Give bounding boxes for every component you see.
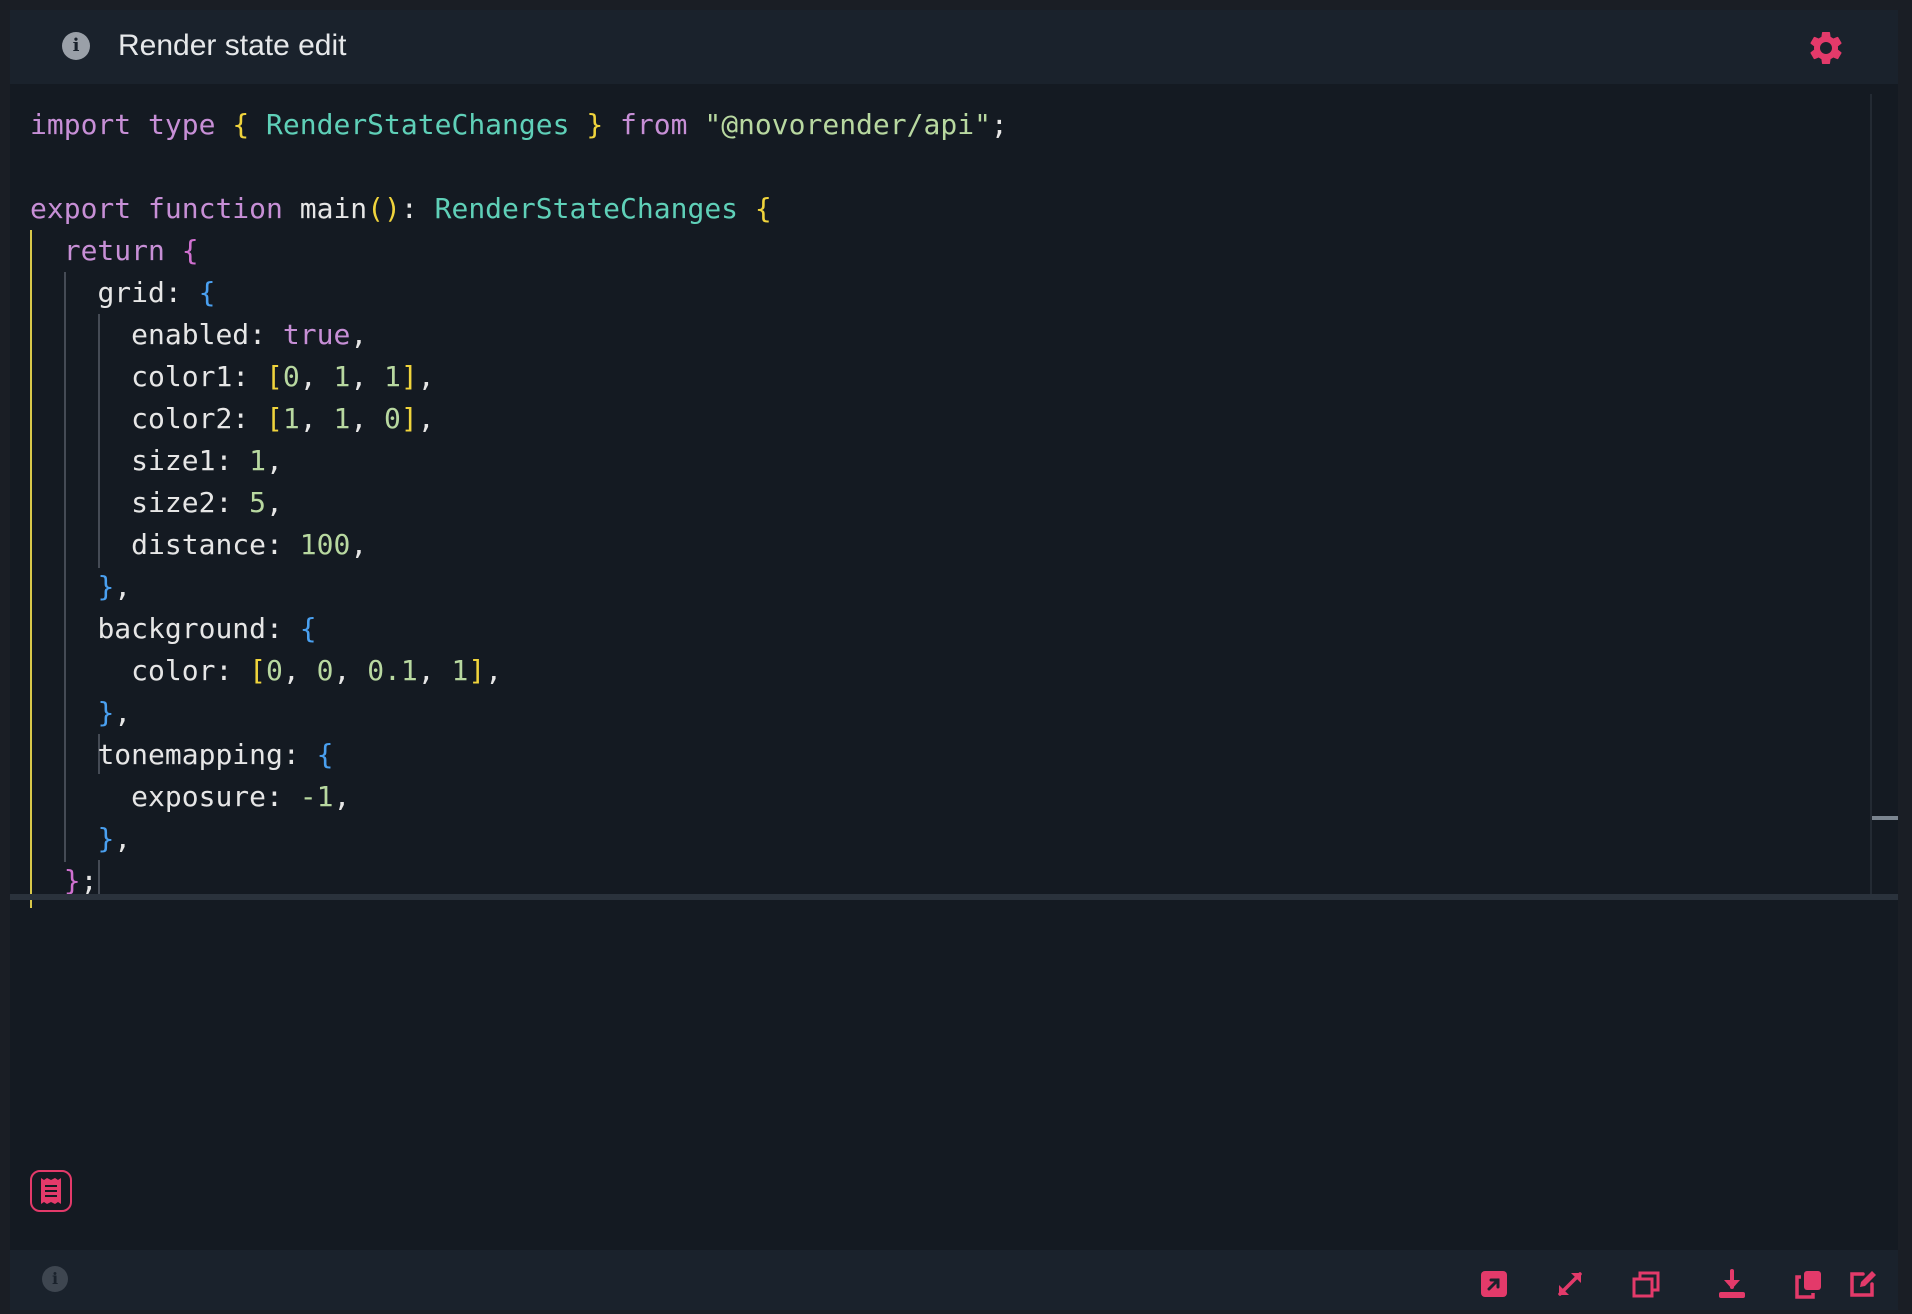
footer-bar: i [10,1250,1898,1310]
code-line-18: }, [97,822,132,855]
code-line-11: distance: 100, [131,528,368,561]
code-line-8: color2: [1, 1, 0], [131,402,435,435]
code-line-1: import type { RenderStateChanges } from … [30,108,1008,141]
download-icon[interactable] [1716,1268,1748,1300]
info-icon[interactable]: i [42,1266,68,1292]
code-line-16: tonemapping: { [97,738,334,771]
vertical-scrollbar[interactable] [1870,94,1872,894]
code-line-3: export function main(): RenderStateChang… [30,192,772,225]
code-editor[interactable]: import type { RenderStateChanges } from … [10,94,1870,908]
code-line-4: return { [63,234,199,267]
render-state-edit-panel: i Render state edit import type { Render… [10,10,1898,1310]
code-line-14: color: [0, 0, 0.1, 1], [131,654,503,687]
copy-icon[interactable] [1792,1268,1824,1300]
code-line-13: background: { [97,612,317,645]
receipt-icon [41,1178,61,1204]
code-line-5: grid: { [97,276,216,309]
edit-icon[interactable] [1846,1268,1878,1300]
gear-icon[interactable] [1806,28,1846,68]
code-line-12: }, [97,570,132,603]
resize-handle[interactable] [10,894,1898,900]
info-icon[interactable]: i [62,32,90,60]
code-line-9: size1: 1, [131,444,283,477]
code-line-15: }, [97,696,132,729]
code-line-6: enabled: true, [131,318,368,351]
expand-icon[interactable] [1554,1268,1586,1300]
panel-title: Render state edit [118,29,347,62]
code-line-10: size2: 5, [131,486,283,519]
code-line-17: exposure: -1, [131,780,351,813]
window-icon[interactable] [1630,1268,1662,1300]
open-external-icon[interactable] [1478,1268,1510,1300]
scrollbar-thumb[interactable] [1872,816,1898,820]
code-line-7: color1: [0, 1, 1], [131,360,435,393]
notes-button[interactable] [30,1170,72,1212]
title-bar: i Render state edit [10,10,1898,84]
